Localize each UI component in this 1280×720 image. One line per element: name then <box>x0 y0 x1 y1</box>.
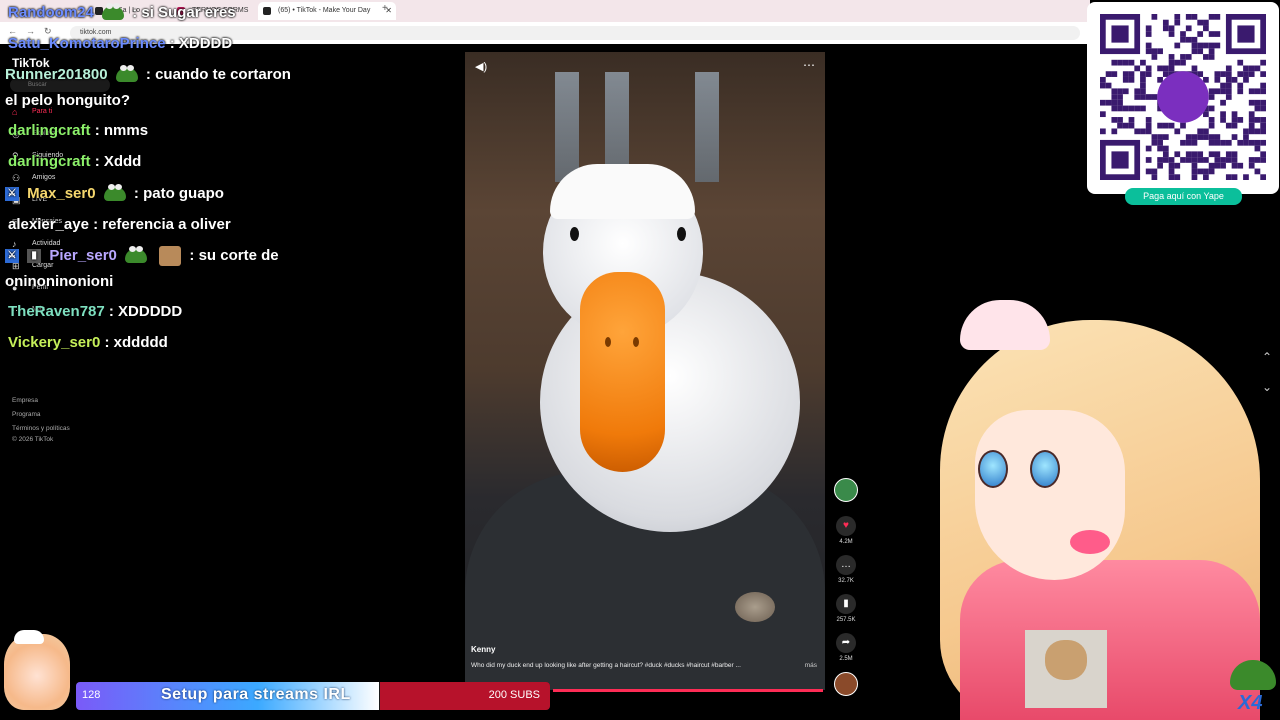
pepe-emote-icon <box>125 246 148 264</box>
chat-username: Max_ser0 <box>27 185 96 202</box>
tiktok-video-player[interactable]: ◀) ⋯ Kenny Who did my duck end up lookin… <box>465 52 825 690</box>
sound-icon[interactable]: ◀) <box>475 60 487 73</box>
nurse-cap-icon <box>14 630 44 644</box>
chat-username: alexier_aye <box>8 216 89 233</box>
duck-eye <box>570 227 579 241</box>
chat-text: : XDDDDD <box>108 303 183 320</box>
comment-button[interactable]: … 32.7K <box>832 555 860 584</box>
pepe-emote-icon <box>115 65 138 83</box>
share-icon: ➦ <box>836 633 856 653</box>
chat-message: alexier_aye : referencia a oliver <box>8 216 231 233</box>
vtuber-eye <box>1030 450 1060 488</box>
chat-message: Runner201800 : cuando te cortaron el pel… <box>5 62 305 114</box>
yape-pay-label: Paga aquí con Yape <box>1125 188 1242 205</box>
moderator-badge-icon: ⚔ <box>5 249 19 264</box>
save-button[interactable]: ▮ 257.5K <box>832 594 860 623</box>
goal-title: Setup para streams IRL <box>161 686 351 703</box>
duck-nostril <box>633 337 639 347</box>
chat-username: darlingcraft <box>8 122 91 139</box>
like-button[interactable]: ♥ 4.2M <box>832 516 860 545</box>
nav-friends[interactable]: ⚇ Amigos <box>12 173 55 183</box>
music-disc-icon <box>834 672 858 696</box>
chat-message: TheRaven787 : XDDDDD <box>8 303 182 320</box>
tiktok-favicon-icon <box>263 7 271 15</box>
background-window <box>555 72 579 182</box>
duck-haircut-bangs <box>550 164 695 219</box>
bookmark-icon: ▮ <box>836 594 856 614</box>
more-options-icon[interactable]: ⋯ <box>803 58 815 72</box>
copyright-text: © 2026 TikTok <box>12 436 54 443</box>
feather <box>735 592 775 622</box>
chat-text: : referencia a oliver <box>93 216 231 233</box>
multiplier-label: X4 <box>1238 692 1263 714</box>
chat-username: TheRaven787 <box>8 303 105 320</box>
vtuber-outfit <box>960 560 1260 720</box>
footer-link[interactable]: Términos y políticas <box>12 425 70 432</box>
cat-face <box>1045 640 1087 680</box>
new-tab-button[interactable]: + <box>382 3 388 14</box>
duck-beak <box>580 272 665 472</box>
friends-icon: ⚇ <box>12 173 21 183</box>
chat-message: Vickery_ser0 : xddddd <box>8 334 168 351</box>
chat-username: Vickery_ser0 <box>8 334 101 351</box>
video-progress-bar[interactable] <box>553 689 823 692</box>
goal-target: 200 SUBS <box>488 689 540 701</box>
nurse-cap <box>960 300 1050 350</box>
chat-username: Pier_ser0 <box>49 247 117 264</box>
sub-badge-icon: ▮ <box>27 249 42 264</box>
browser-tab-active[interactable]: (65) • TikTok - Make Your Day ✕ <box>258 2 396 20</box>
sub-goal-bar: 128 Setup para streams IRL 200 SUBS <box>76 682 550 710</box>
music-disc[interactable] <box>832 672 860 696</box>
moderator-badge-icon: ⚔ <box>5 187 19 202</box>
chat-text: : Xddd <box>94 153 142 170</box>
comment-icon: … <box>836 555 856 575</box>
video-author[interactable]: Kenny <box>471 645 495 654</box>
avatar <box>834 478 858 502</box>
caption-more-link[interactable]: más <box>805 662 817 669</box>
chat-message: Satu_KomotaroPrince : XDDDD <box>8 35 232 52</box>
footer-link[interactable]: Empresa <box>12 397 38 404</box>
chat-message: Randoom24 : si Sugar eres <box>8 3 236 21</box>
chat-text: : nmms <box>94 122 149 139</box>
pepe-emote-icon <box>102 3 125 21</box>
share-button[interactable]: ➦ 2.5M <box>832 633 860 662</box>
cat-webcam <box>1025 630 1107 708</box>
chat-username: darlingcraft <box>8 153 91 170</box>
chevron-up-icon[interactable]: ⌃ <box>1262 350 1272 364</box>
chat-message: ⚔ ▮ Pier_ser0 : su corte de oninoninonio… <box>5 243 305 295</box>
chevron-down-icon[interactable]: ⌄ <box>1262 380 1272 394</box>
streamer-avatar <box>4 634 70 710</box>
chat-text: : si Sugar eres <box>132 4 236 21</box>
video-caption: Who did my duck end up looking like afte… <box>471 662 741 669</box>
cat-emote-icon <box>159 246 182 267</box>
vtuber-eye <box>978 450 1008 488</box>
footer-link[interactable]: Programa <box>12 411 41 418</box>
vtuber-bow <box>1070 530 1110 554</box>
chat-text: : xddddd <box>104 334 168 351</box>
chat-username: Randoom24 <box>8 4 94 21</box>
yape-qr-code <box>1100 14 1266 180</box>
chat-username: Runner201800 <box>5 66 108 83</box>
heart-icon: ♥ <box>836 516 856 536</box>
pepe-emote-icon <box>103 184 126 202</box>
creator-avatar[interactable] <box>832 478 860 502</box>
goal-current-count: 128 <box>82 689 101 701</box>
chat-text: : pato guapo <box>133 185 224 202</box>
chat-message: darlingcraft : nmms <box>8 122 148 139</box>
background-window <box>695 72 719 182</box>
vtuber-face <box>975 410 1125 580</box>
chat-message: darlingcraft : Xddd <box>8 153 141 170</box>
chat-text: : XDDDD <box>169 35 233 52</box>
chat-username: Satu_KomotaroPrince <box>8 35 166 52</box>
chat-message: ⚔ Max_ser0 : pato guapo <box>5 184 224 202</box>
duck-nostril <box>605 337 611 347</box>
duck-eye <box>677 227 686 241</box>
